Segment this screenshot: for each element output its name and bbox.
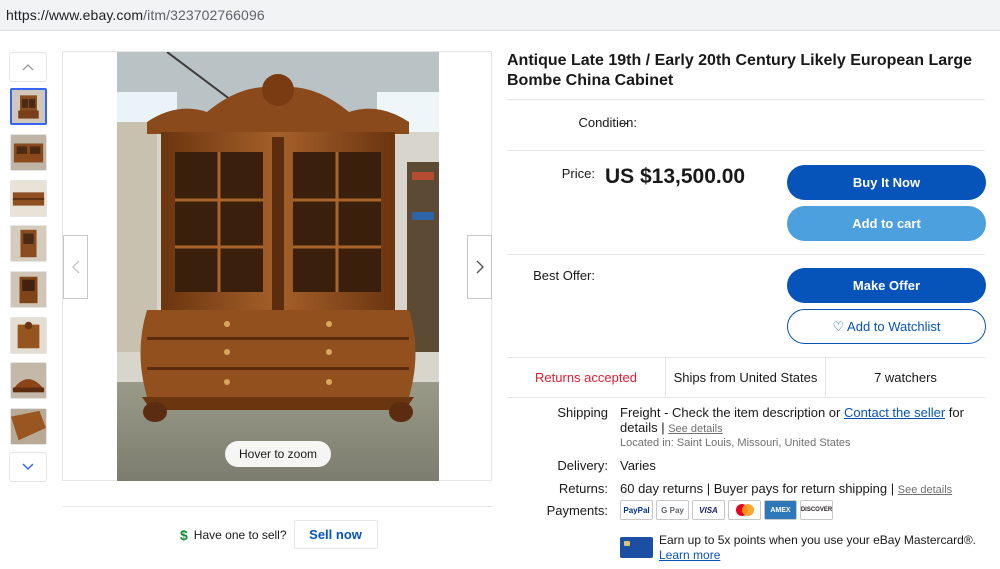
shipping-details-text: details |: [620, 420, 665, 435]
best-offer-label: Best Offer:: [533, 268, 595, 283]
price-value: US $13,500.00: [605, 165, 746, 188]
chevron-down-icon: [22, 463, 34, 471]
add-to-cart-button[interactable]: Add to cart: [787, 206, 986, 241]
url-path: /itm/323702766096: [143, 7, 265, 23]
thumbnail-strip: [9, 52, 48, 82]
divider: [62, 506, 492, 507]
add-to-watchlist-button[interactable]: ♡ Add to Watchlist: [787, 309, 986, 344]
item-title: Antique Late 19th / Early 20th Century L…: [507, 52, 973, 89]
shipping-for-text: for: [948, 405, 964, 420]
shipping-info: Freight - Check the item description or …: [620, 405, 980, 437]
dollar-icon: $: [180, 526, 188, 543]
thumbnail-8[interactable]: [10, 408, 47, 445]
amex-icon: AMEX: [764, 500, 797, 520]
payment-methods: PayPal G Pay VISA AMEX DISCOVER: [620, 500, 833, 520]
thumbnail-2[interactable]: [10, 134, 47, 171]
chevron-right-icon: [476, 260, 484, 274]
returns-accepted-badge: Returns accepted: [507, 358, 666, 397]
payments-label: Payments:: [546, 503, 608, 518]
visa-icon: VISA: [692, 500, 725, 520]
make-offer-button[interactable]: Make Offer: [787, 268, 986, 303]
mastercard-promo: Earn up to 5x points when you use your e…: [659, 533, 976, 563]
condition-value: --: [620, 115, 629, 130]
see-details-link[interactable]: See details: [668, 423, 722, 435]
cabinet-thumbnail-image: [11, 135, 46, 170]
thumbnail-1[interactable]: [10, 88, 47, 125]
price-label: Price:: [561, 166, 595, 181]
thumbnail-4[interactable]: [10, 225, 47, 262]
returns-value: 60 day returns | Buyer pays for return s…: [620, 481, 895, 496]
thumbnail-scroll-down-button[interactable]: [9, 452, 47, 482]
paypal-icon: PayPal: [620, 500, 653, 520]
thumbnail-7[interactable]: [10, 362, 47, 399]
hover-to-zoom-hint: Hover to zoom: [225, 441, 331, 467]
url-host: https://www.ebay.com: [6, 7, 144, 23]
discover-icon: DISCOVER: [800, 500, 833, 520]
browser-address-bar[interactable]: https://www.ebay.com/itm/323702766096: [0, 0, 1000, 31]
url-text[interactable]: https://www.ebay.com/itm/323702766096: [6, 7, 265, 23]
sell-question: Have one to sell?: [193, 527, 287, 542]
divider: [507, 254, 985, 255]
cabinet-thumbnail-image: [11, 363, 46, 398]
cabinet-thumbnail-image: [11, 318, 46, 353]
delivery-value: Varies: [620, 458, 656, 473]
returns-see-details-link[interactable]: See details: [898, 484, 952, 496]
chevron-up-icon: [22, 64, 34, 71]
google-pay-icon: G Pay: [656, 500, 689, 520]
sell-now-button[interactable]: Sell now: [293, 520, 378, 549]
mastercard-icon: [728, 500, 761, 520]
cabinet-thumbnail-image: [11, 226, 46, 261]
cabinet-thumbnail-image: [11, 181, 46, 216]
shipping-label: Shipping: [557, 405, 608, 420]
sell-prompt: $ Have one to sell? Sell now: [180, 520, 378, 549]
trust-bar: Returns accepted Ships from United State…: [507, 357, 985, 398]
next-image-button[interactable]: [467, 235, 492, 299]
returns-label: Returns:: [558, 481, 608, 496]
delivery-label: Delivery:: [557, 458, 608, 473]
buy-it-now-button[interactable]: Buy It Now: [787, 165, 986, 200]
cabinet-thumbnail-image: [11, 272, 46, 307]
thumbnail-5[interactable]: [10, 271, 47, 308]
ebay-mastercard-icon: [620, 537, 653, 558]
cabinet-main-photo[interactable]: [117, 52, 439, 481]
thumbnail-6[interactable]: [10, 317, 47, 354]
item-location: Located in: Saint Louis, Missouri, Unite…: [620, 437, 851, 449]
shipping-text: Freight - Check the item description or: [620, 405, 841, 420]
cabinet-photo-image: [117, 52, 439, 481]
heart-icon: ♡: [832, 319, 848, 334]
thumbnail-3[interactable]: [10, 180, 47, 217]
learn-more-link[interactable]: Learn more: [659, 548, 976, 563]
cabinet-thumbnail-image: [12, 90, 45, 123]
condition-label: Condition:: [578, 115, 637, 130]
contact-seller-link[interactable]: Contact the seller: [844, 405, 945, 420]
divider: [507, 99, 985, 100]
thumbnail-scroll-up-button[interactable]: [9, 52, 47, 82]
chevron-left-icon: [71, 260, 79, 274]
divider: [507, 150, 985, 151]
returns-info: 60 day returns | Buyer pays for return s…: [620, 481, 952, 496]
main-image-viewer[interactable]: Hover to zoom: [62, 51, 492, 481]
mastercard-circles-icon: [735, 504, 754, 516]
cabinet-thumbnail-image: [11, 409, 46, 444]
mastercard-promo-text: Earn up to 5x points when you use your e…: [659, 533, 977, 547]
previous-image-button[interactable]: [63, 235, 88, 299]
watchlist-label: Add to Watchlist: [847, 319, 941, 334]
ships-from-badge: Ships from United States: [666, 358, 826, 397]
watchers-count: 7 watchers: [874, 370, 937, 385]
